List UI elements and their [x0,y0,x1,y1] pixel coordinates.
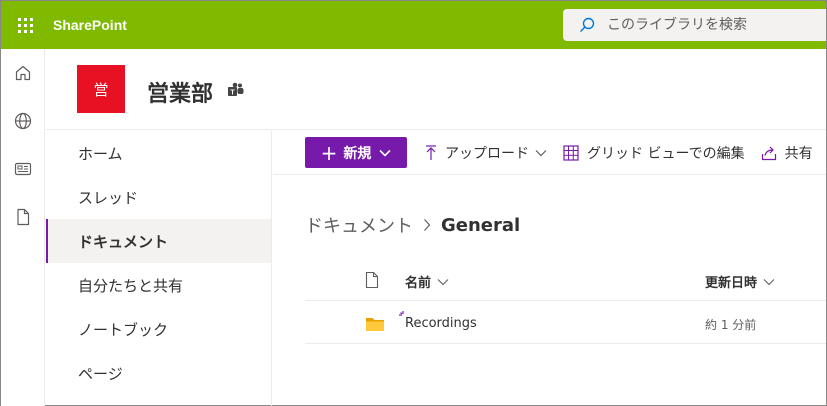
nav-item-label: スレッド [78,188,139,207]
grid-icon [563,144,579,161]
rail-files-button[interactable] [1,193,45,241]
nav-item-label: ホーム [78,144,123,163]
list-header: 名前 更新日時 [305,259,826,301]
site-header: 営 営業部 T [46,49,826,130]
breadcrumb-parent[interactable]: ドキュメント [305,212,413,238]
breadcrumb-current: General [441,214,521,236]
breadcrumb: ドキュメント General [305,212,520,238]
app-name-link[interactable]: SharePoint [53,17,127,33]
app-bar [1,49,45,406]
upload-icon [426,144,436,160]
command-bar: + 新規 アップロード グリッド ビューでの編集 共有 [273,131,826,175]
column-header-modified-label: 更新日時 [705,276,758,291]
nav-item-notebook[interactable]: ノートブック [46,307,271,351]
nav-item-label: ページ [78,364,123,383]
plus-icon: + [320,140,338,165]
nav-item-label: ドキュメント [78,232,169,251]
share-button[interactable]: 共有 [761,143,813,163]
file-type-icon[interactable] [365,271,379,289]
nav-item-pages[interactable]: ページ [46,351,271,395]
waffle-icon [17,17,33,33]
document-icon [17,208,30,226]
nav-item-label: 自分たちと共有 [78,276,184,295]
upload-button[interactable]: アップロード [425,143,547,163]
nav-item-home[interactable]: ホーム [46,131,271,175]
nav-item-shared-with-us[interactable]: 自分たちと共有 [46,263,271,307]
search-box[interactable] [563,9,826,41]
suite-header: SharePoint [1,1,826,49]
chevron-right-icon [423,218,431,232]
svg-text:T: T [230,90,235,97]
site-logo[interactable]: 営 [77,65,125,113]
app-launcher-button[interactable] [1,1,49,49]
column-header-name-label: 名前 [405,276,432,291]
chevron-down-icon [437,278,449,285]
nav-item-label: ノートブック [78,320,169,339]
upload-label: アップロード [445,145,529,162]
teams-icon[interactable]: T [227,82,245,98]
column-header-modified[interactable]: 更新日時 [705,272,775,291]
grid-view-edit-label: グリッド ビューでの編集 [587,145,745,162]
site-navigation: ホーム スレッド ドキュメント 自分たちと共有 ノートブック ページ [46,131,272,406]
column-header-name[interactable]: 名前 [405,272,449,291]
grid-view-edit-button[interactable]: グリッド ビューでの編集 [563,143,745,163]
rail-news-button[interactable] [1,145,45,193]
folder-icon [366,318,384,331]
nav-item-threads[interactable]: スレッド [46,175,271,219]
search-icon [580,17,595,32]
share-label: 共有 [784,145,813,162]
news-icon [14,162,32,176]
rail-home-button[interactable] [1,49,45,97]
item-modified: 約 1 分前 [705,318,757,332]
site-title[interactable]: 営業部 [147,76,213,108]
share-icon [761,146,776,160]
search-input[interactable] [607,17,807,33]
chevron-down-icon [379,149,391,157]
home-icon [15,65,31,81]
rail-sites-button[interactable] [1,97,45,145]
table-row[interactable]: Recordings 約 1 分前 [305,302,826,344]
chevron-down-icon [763,278,775,285]
nav-item-documents[interactable]: ドキュメント [46,219,271,263]
new-button-label: 新規 [343,145,372,162]
new-button[interactable]: + 新規 [305,137,407,168]
item-name-link[interactable]: Recordings [405,316,477,331]
site-logo-text: 営 [93,80,109,99]
globe-icon [14,112,32,130]
chevron-down-icon [535,149,547,156]
